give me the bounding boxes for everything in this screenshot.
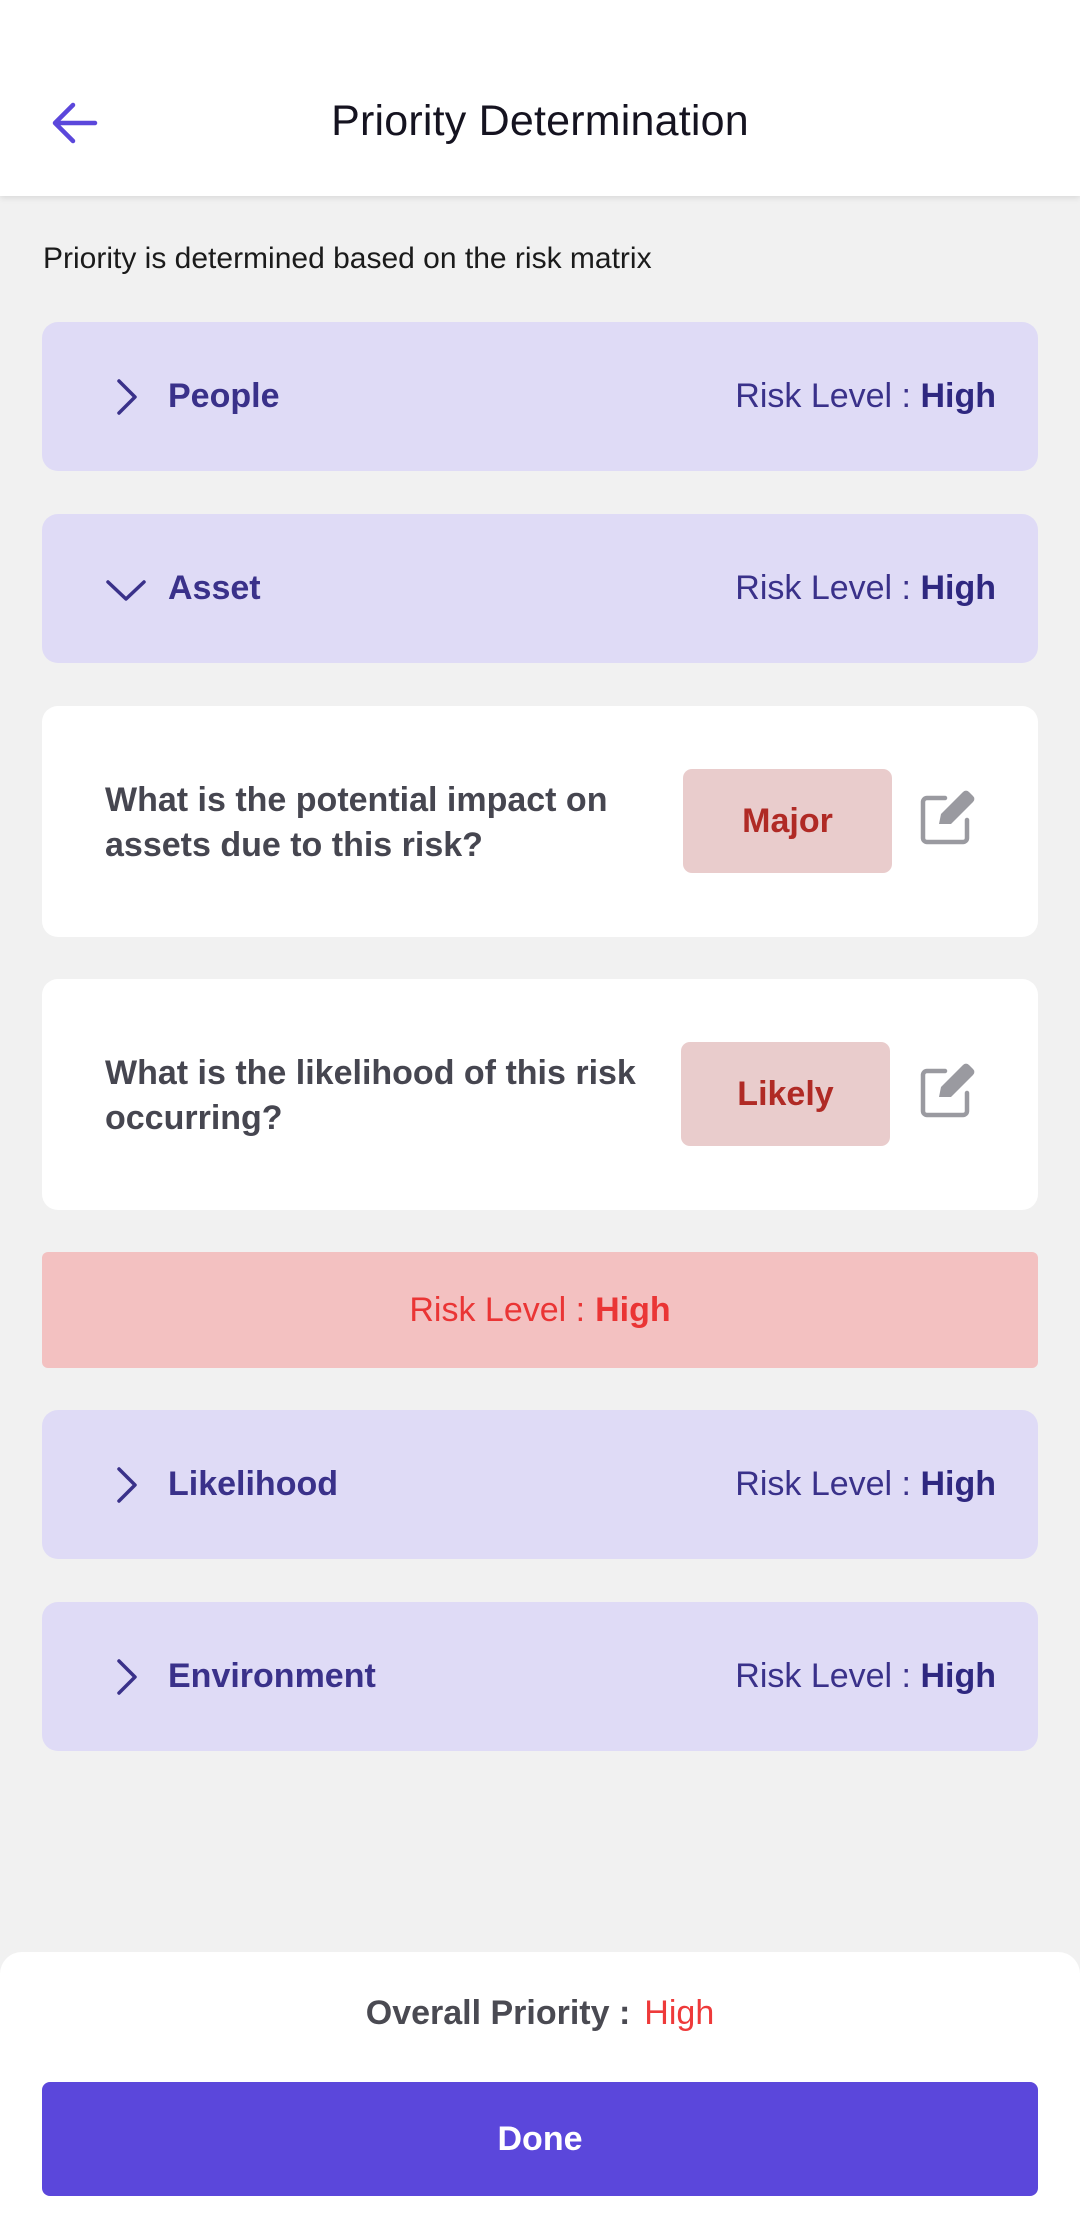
overall-priority-value: High	[644, 1994, 715, 2032]
question-card-likelihood: What is the likelihood of this risk occu…	[42, 979, 1038, 1210]
done-button[interactable]: Done	[42, 2082, 1038, 2196]
question-text: What is the potential impact on assets d…	[105, 781, 608, 864]
section-risk-level: Risk Level : High	[735, 1657, 996, 1695]
page-title: Priority Determination	[331, 97, 749, 145]
answer-badge-likely[interactable]: Likely	[681, 1042, 890, 1146]
section-label: Likelihood	[168, 1465, 338, 1503]
chevron-down-icon	[98, 561, 154, 617]
asset-risk-result: Risk Level : High	[42, 1252, 1038, 1368]
app-bar: Priority Determination	[0, 0, 1080, 196]
section-risk-level: Risk Level : High	[735, 1465, 996, 1503]
risk-matrix-description: Priority is determined based on the risk…	[43, 242, 652, 275]
chevron-right-icon	[98, 1457, 154, 1513]
section-people[interactable]: People Risk Level : High	[42, 322, 1038, 471]
pencil-edit-icon[interactable]	[917, 786, 979, 848]
section-risk-level: Risk Level : High	[735, 569, 996, 607]
question-text: What is the likelihood of this risk occu…	[105, 1054, 636, 1137]
answer-badge-major[interactable]: Major	[683, 769, 892, 873]
chevron-right-icon	[98, 369, 154, 425]
risk-result-label: Risk Level :	[409, 1290, 586, 1329]
pencil-edit-icon[interactable]	[917, 1059, 979, 1121]
section-risk-level: Risk Level : High	[735, 377, 996, 415]
section-environment[interactable]: Environment Risk Level : High	[42, 1602, 1038, 1751]
section-asset[interactable]: Asset Risk Level : High	[42, 514, 1038, 663]
overall-priority: Overall Priority : High	[0, 1994, 1080, 2033]
chevron-right-icon	[98, 1649, 154, 1705]
section-label: People	[168, 377, 280, 415]
section-likelihood[interactable]: Likelihood Risk Level : High	[42, 1410, 1038, 1559]
section-label: Environment	[168, 1657, 376, 1695]
question-card-impact: What is the potential impact on assets d…	[42, 706, 1038, 937]
section-label: Asset	[168, 569, 261, 607]
overall-priority-label: Overall Priority :	[365, 1994, 631, 2032]
risk-result-value: High	[595, 1290, 671, 1329]
bottom-panel: Overall Priority : High Done	[0, 1952, 1080, 2216]
